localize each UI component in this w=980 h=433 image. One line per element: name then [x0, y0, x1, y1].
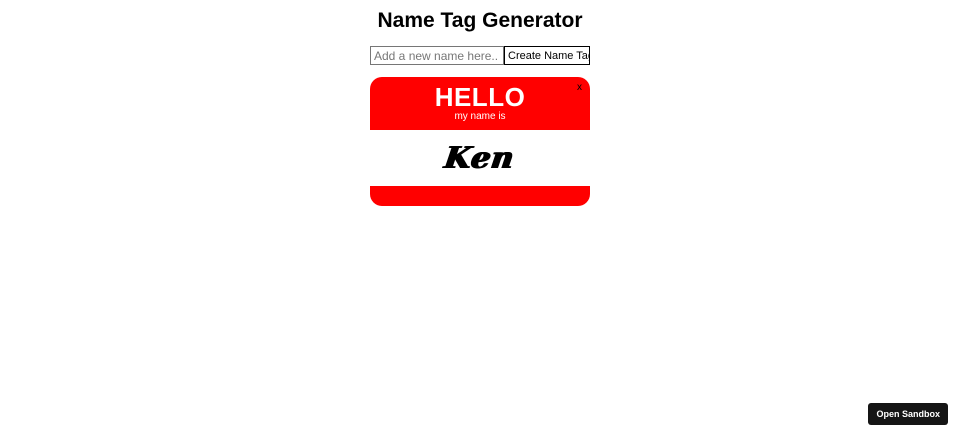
tag-subtitle: my name is	[454, 111, 506, 122]
remove-tag-button[interactable]: x	[577, 82, 582, 94]
page: Name Tag Generator Create Name Tag HELLO…	[0, 0, 980, 433]
name-tag: HELLO my name is x Ken	[370, 77, 590, 206]
name-tag-body: Ken	[370, 130, 590, 186]
name-tag-form: Create Name Tag	[370, 46, 590, 65]
tag-greeting: HELLO	[434, 82, 526, 112]
open-sandbox-button[interactable]: Open Sandbox	[868, 403, 948, 425]
name-input[interactable]	[370, 46, 504, 65]
create-name-tag-button[interactable]: Create Name Tag	[504, 46, 590, 65]
name-tag-header: HELLO my name is x	[370, 77, 590, 130]
page-title: Name Tag Generator	[377, 9, 583, 32]
tag-name: Ken	[442, 140, 518, 176]
